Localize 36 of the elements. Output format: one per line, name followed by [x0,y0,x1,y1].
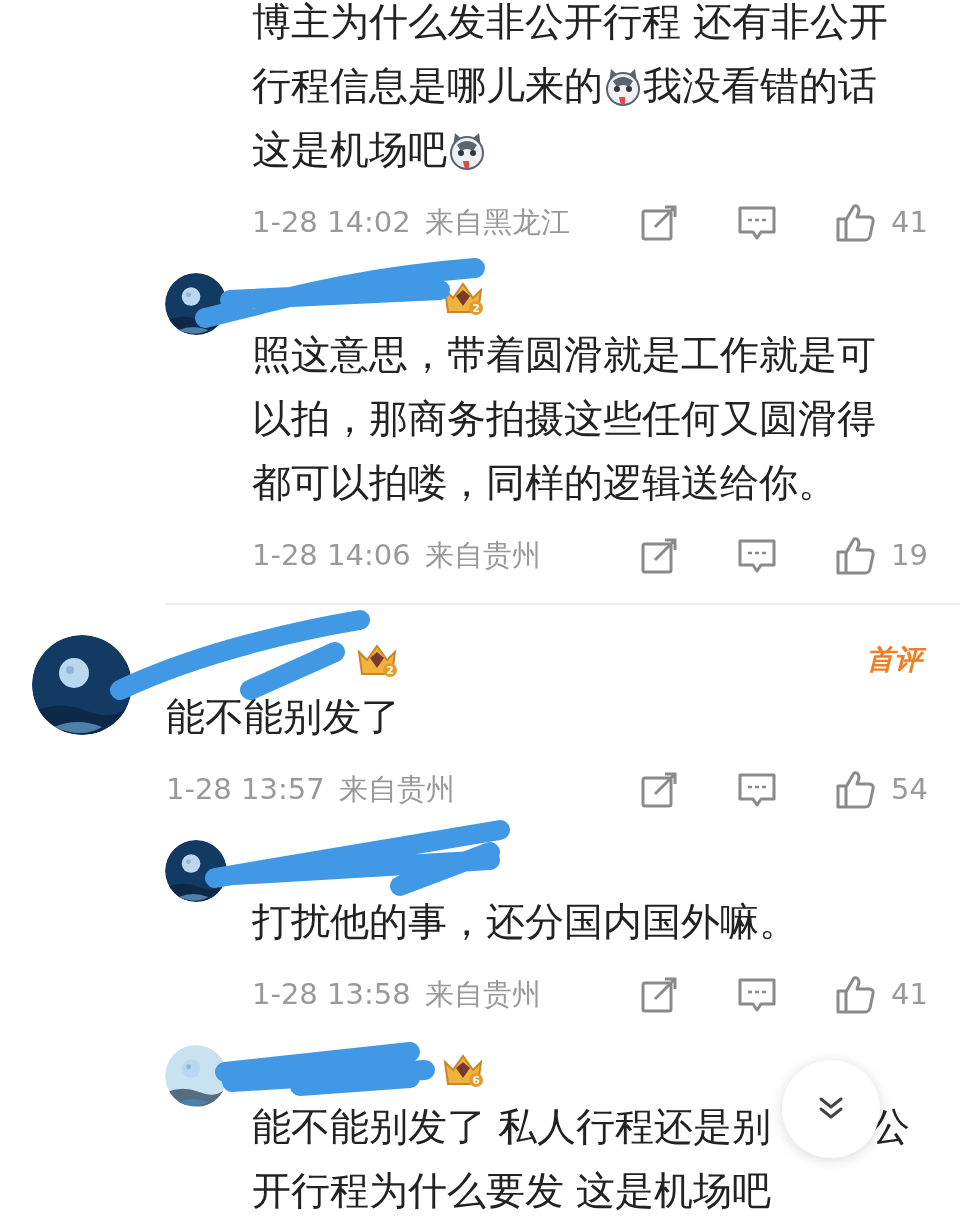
like-count: 41 [891,204,928,242]
comment-text: 照这意思，带着圆滑就是工作就是可以拍，那商务拍摄这些任何又圆滑得都可以拍喽，同样的逻辑送给你。 [252,332,876,505]
level-badge: 6 [442,1052,484,1088]
comment-text: 行程信息是哪儿来的 [252,63,603,108]
comment-text: 打扰他的事，还分国内国外嘛。 [252,899,798,944]
thumbs-up-icon[interactable] [835,202,878,244]
comment-text: 公 [871,1104,911,1149]
share-icon[interactable] [639,975,680,1015]
comment-text: 开行程为什么要发 这是机场吧 [252,1168,772,1213]
comment-text: 能不能别发了 私人行程还是别 [252,1104,772,1149]
level-badge: 2 [356,642,398,678]
share-icon[interactable] [639,536,680,576]
comment-time: 1-28 13:58 [252,976,411,1014]
comment-time: 1-28 14:02 [252,204,411,242]
share-icon[interactable] [639,203,680,243]
husky-emoji-icon [447,131,487,171]
comment-time: 1-28 13:57 [166,771,325,809]
comment-text: 博主为什么发非公开行程 还有非公开 [252,0,889,44]
comment-location: 来自贵州 [424,976,541,1014]
like-count: 54 [891,771,928,809]
comment-text: 能不能别发了 [166,694,400,739]
like-count: 19 [891,537,928,575]
comment-time: 1-28 14:06 [252,537,411,575]
comment-location: 来自黑龙江 [424,204,570,242]
first-comment-tag: 首评 [864,641,928,679]
comment-text: 我没看错的话 [643,63,877,108]
thumbs-up-icon[interactable] [835,769,878,811]
comment-location: 来自贵州 [424,537,541,575]
comment-text: 这是机场吧 [252,127,447,172]
comment-location: 来自贵州 [338,771,455,809]
level-badge: 2 [442,280,484,316]
thumbs-up-icon[interactable] [835,974,878,1016]
thumbs-up-icon[interactable] [835,535,878,577]
like-count: 41 [891,976,928,1014]
husky-emoji-icon [603,67,643,107]
share-icon[interactable] [639,770,680,810]
